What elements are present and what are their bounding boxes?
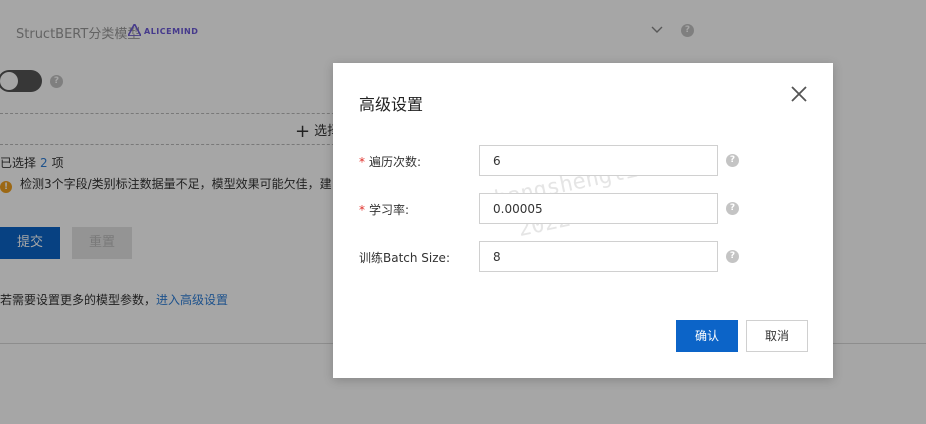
help-icon[interactable]: ? — [726, 202, 739, 215]
field-epochs: * 遍历次数: ? — [333, 145, 833, 177]
epochs-input[interactable] — [479, 145, 718, 176]
field-learning-rate: * 学习率: ? — [333, 193, 833, 225]
cancel-button[interactable]: 取消 — [746, 320, 808, 352]
learning-rate-label: 学习率: — [369, 203, 410, 217]
batch-size-label: 训练Batch Size: — [359, 251, 450, 265]
epochs-label: 遍历次数: — [369, 155, 422, 169]
learning-rate-input[interactable] — [479, 193, 718, 224]
batch-size-input[interactable] — [479, 241, 718, 272]
help-icon[interactable]: ? — [726, 154, 739, 167]
required-mark: * — [359, 203, 365, 217]
advanced-settings-dialog: 高级设置 zhangshenglin.dml 2022-02-28 *遍历次数:… — [333, 63, 833, 378]
close-icon[interactable] — [789, 84, 809, 104]
help-icon[interactable]: ? — [726, 250, 739, 263]
field-label: * 遍历次数: — [359, 153, 421, 170]
field-label: * 学习率: — [359, 201, 409, 218]
field-batch-size: 训练Batch Size: ? — [333, 241, 833, 273]
required-mark: * — [359, 155, 365, 169]
confirm-button[interactable]: 确认 — [676, 320, 738, 352]
dialog-title: 高级设置 — [359, 95, 424, 114]
